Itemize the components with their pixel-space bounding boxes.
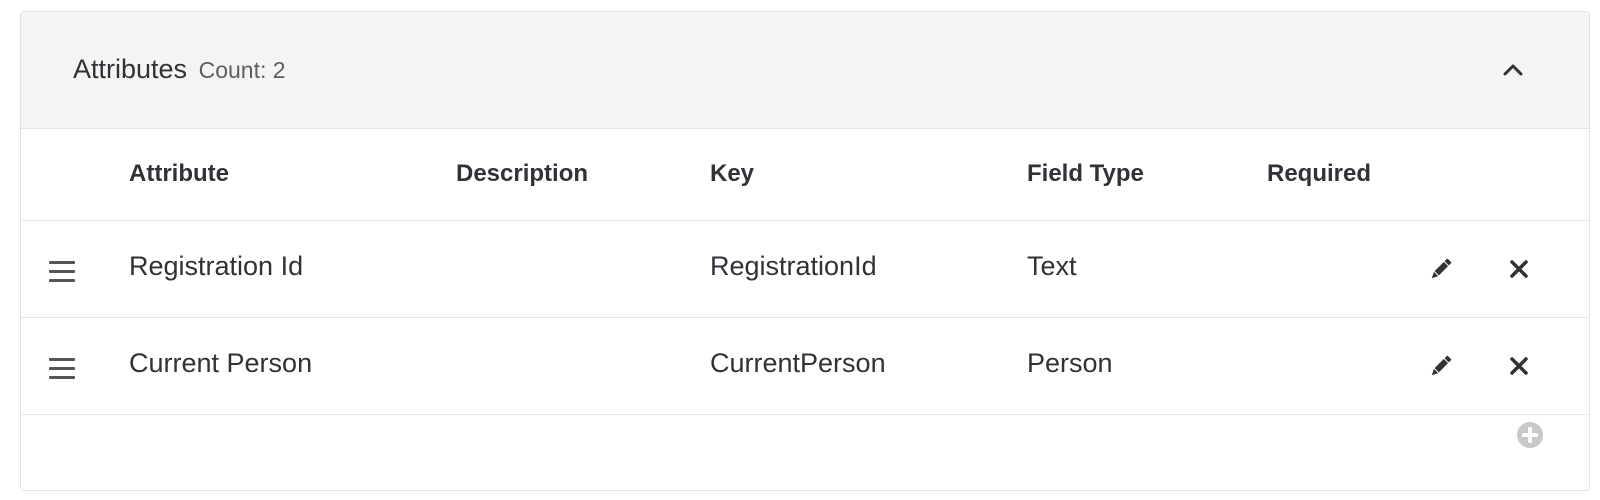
add-attribute-button[interactable]	[1515, 420, 1545, 450]
panel-title-text: Attributes	[73, 54, 188, 84]
times-icon	[1510, 260, 1528, 278]
plus-circle-icon	[1517, 422, 1543, 448]
edit-button[interactable]	[1427, 255, 1455, 283]
table-header: Attribute Description Key Field Type Req…	[21, 128, 1589, 221]
column-header-attribute: Attribute	[129, 160, 229, 187]
pencil-icon	[1431, 258, 1452, 279]
attributes-panel: Attributes Count: 2 Attribute Descriptio…	[20, 11, 1590, 491]
column-header-field-type: Field Type	[1027, 160, 1144, 187]
times-icon	[1510, 357, 1528, 375]
attributes-table: Attribute Description Key Field Type Req…	[21, 128, 1589, 415]
delete-button[interactable]	[1507, 257, 1531, 281]
collapse-button[interactable]	[1499, 56, 1527, 84]
column-header-description: Description	[456, 160, 589, 187]
chevron-up-icon	[1503, 64, 1523, 76]
cell-field-type: Person	[1027, 348, 1113, 378]
panel-header[interactable]: Attributes Count: 2	[21, 12, 1589, 129]
table-row: Registration Id RegistrationId Text	[21, 221, 1589, 318]
table-row: Current Person CurrentPerson Person	[21, 318, 1589, 415]
delete-button[interactable]	[1507, 354, 1531, 378]
cell-field-type: Text	[1027, 251, 1077, 281]
panel-title: Attributes Count: 2	[73, 54, 286, 85]
cell-attribute: Registration Id	[129, 251, 304, 281]
column-header-required: Required	[1267, 160, 1372, 187]
drag-handle[interactable]	[49, 261, 75, 283]
cell-attribute: Current Person	[129, 348, 313, 378]
cell-key: CurrentPerson	[710, 348, 886, 378]
cell-key: RegistrationId	[710, 251, 877, 281]
bars-icon	[49, 261, 75, 282]
pencil-icon	[1431, 355, 1452, 376]
drag-handle[interactable]	[49, 358, 75, 380]
edit-button[interactable]	[1427, 352, 1455, 380]
attribute-count: Count: 2	[198, 57, 286, 83]
column-header-key: Key	[710, 160, 755, 187]
bars-icon	[49, 358, 75, 379]
